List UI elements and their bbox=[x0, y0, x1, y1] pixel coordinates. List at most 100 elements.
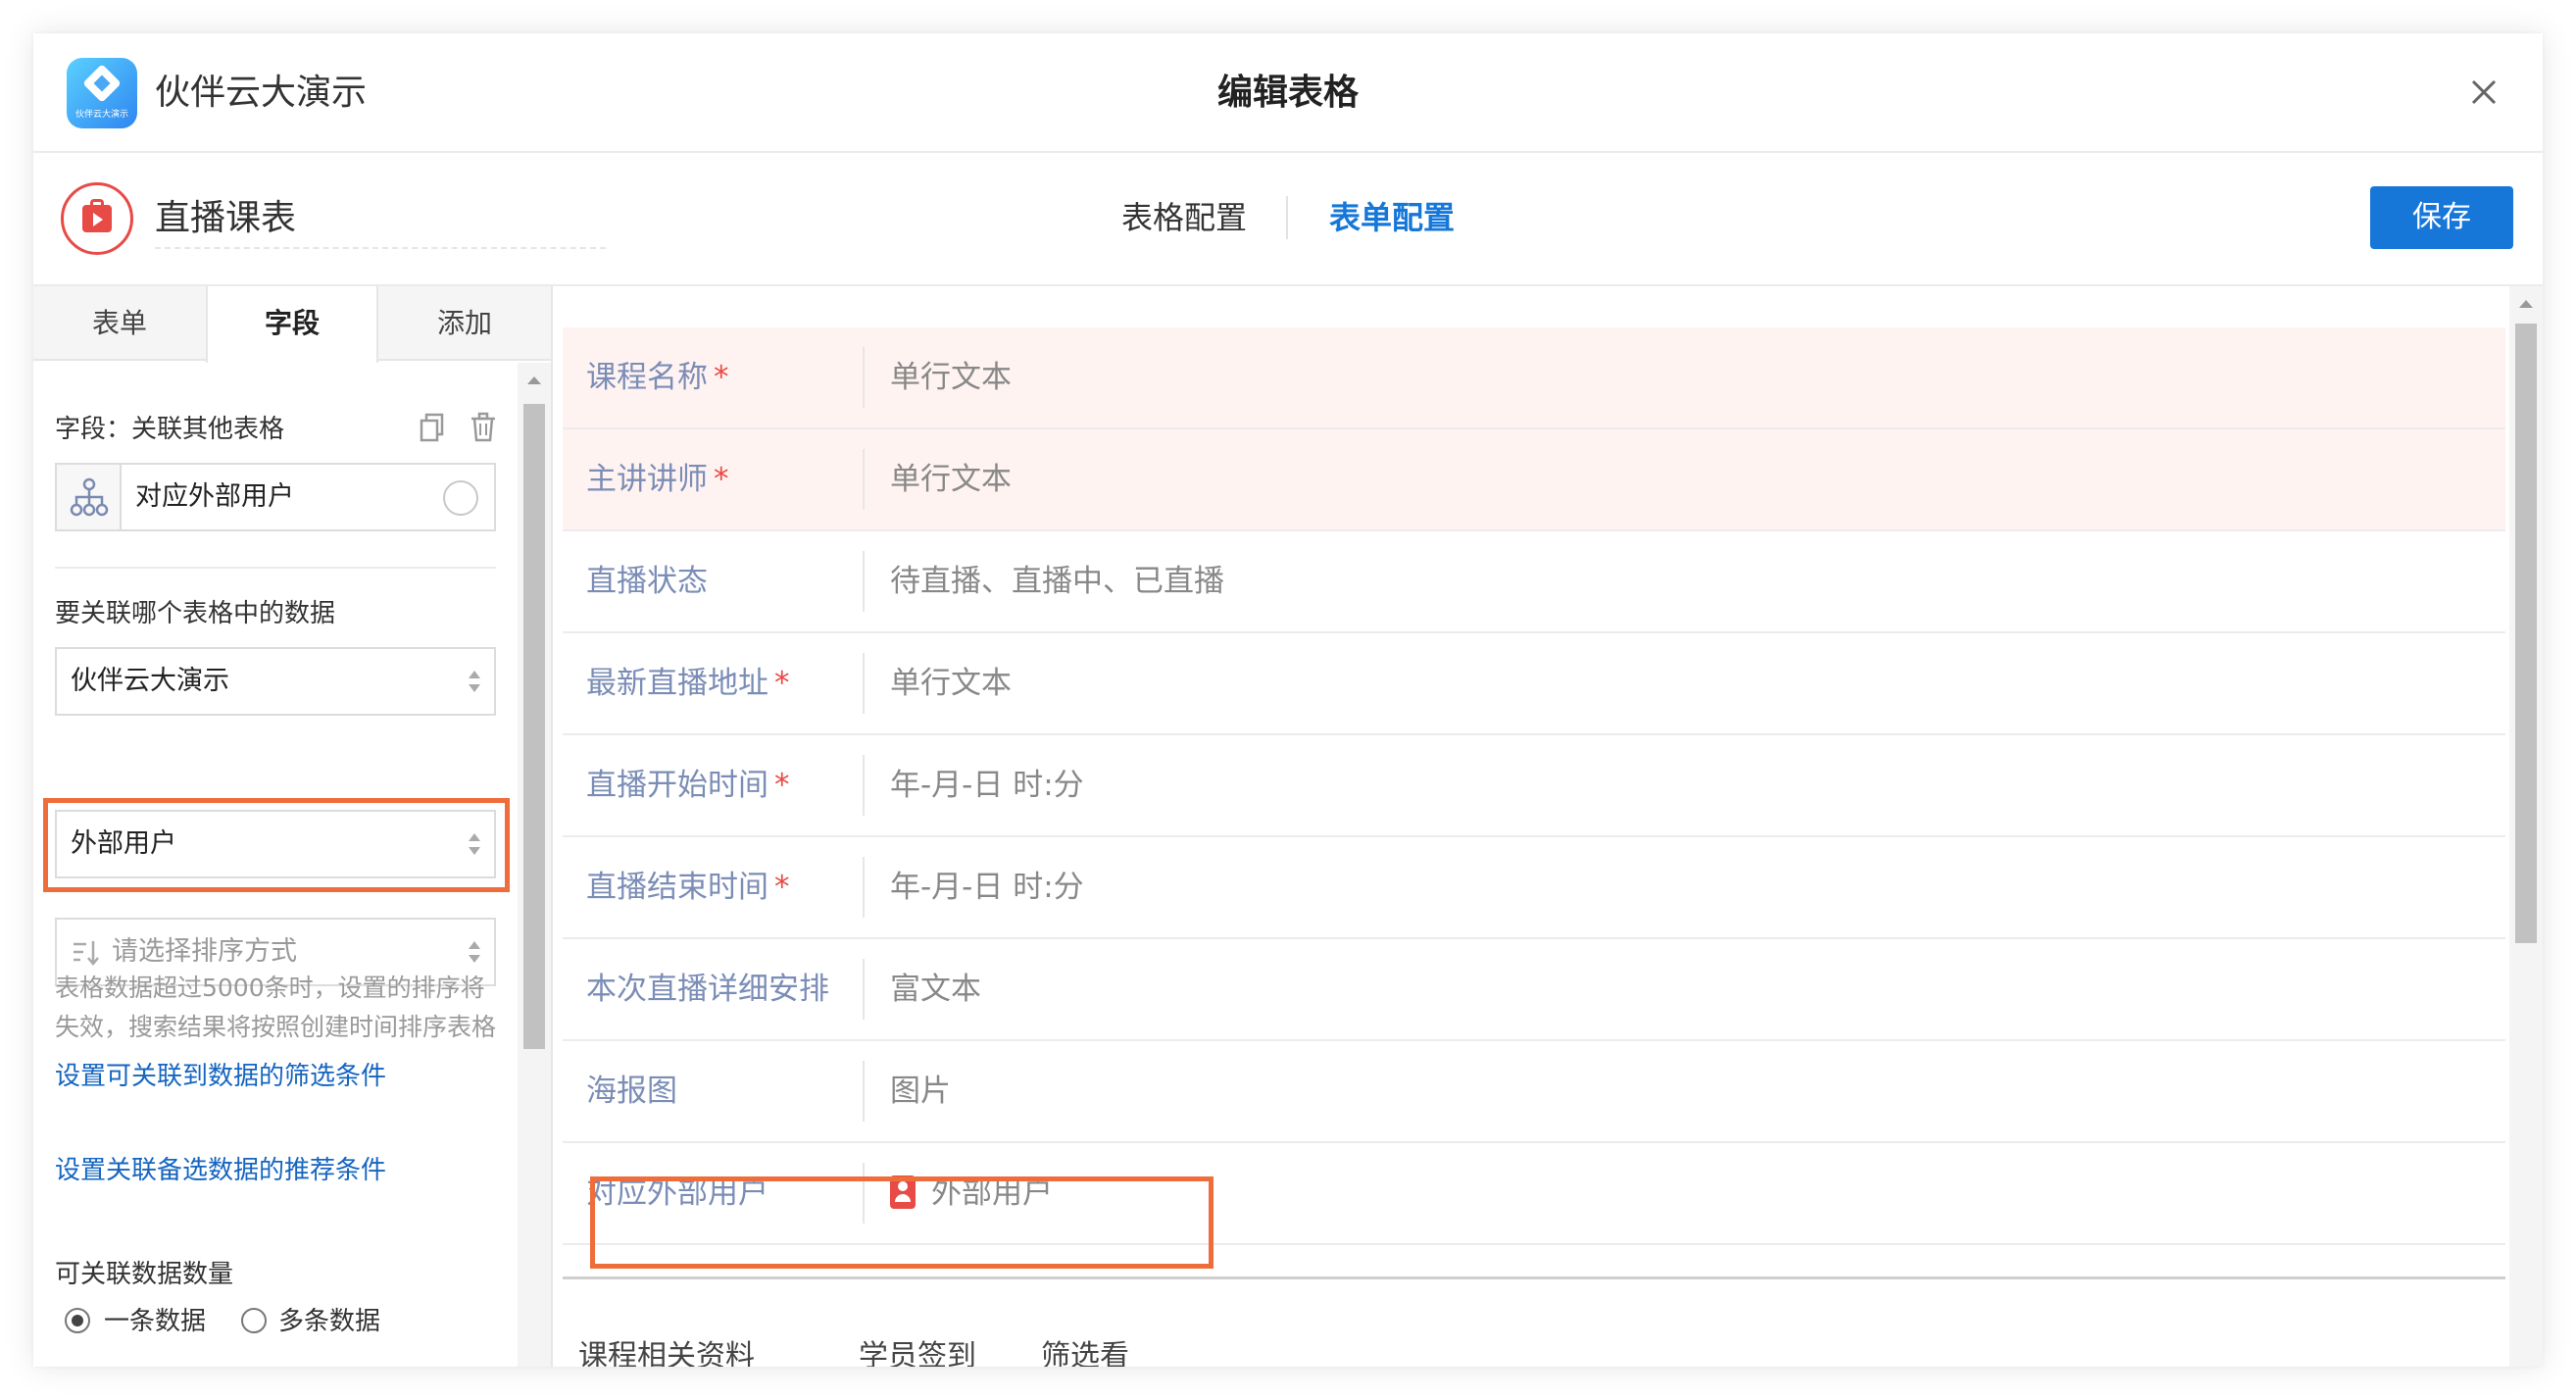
form-field-type-text: 年-月-日 时:分 bbox=[890, 768, 1084, 803]
form-field-label-text: 课程名称 bbox=[586, 360, 708, 395]
tab-add[interactable]: 添加 bbox=[378, 286, 551, 361]
scroll-up-icon[interactable] bbox=[527, 376, 541, 384]
workspace-select[interactable]: 伙伴云大演示 bbox=[55, 647, 496, 716]
form-field-label-text: 直播开始时间 bbox=[586, 768, 768, 803]
form-name-input[interactable]: 直播课表 bbox=[155, 194, 606, 249]
form-field-label-text: 直播结束时间 bbox=[586, 870, 768, 905]
dialog-title: 编辑表格 bbox=[1216, 73, 1359, 113]
form-field-row[interactable]: 本次直播详细安排 富文本 bbox=[563, 939, 2505, 1041]
row-divider bbox=[863, 653, 865, 714]
scroll-thumb[interactable] bbox=[2515, 324, 2537, 943]
form-field-type: 年-月-日 时:分 bbox=[890, 837, 1084, 937]
radio-multiple[interactable] bbox=[241, 1308, 267, 1333]
form-field-type-text: 待直播、直播中、已直播 bbox=[890, 564, 1224, 599]
form-field-label: 课程名称 * bbox=[586, 327, 729, 427]
divider bbox=[55, 567, 496, 569]
form-field-row[interactable]: 课程名称 * 单行文本 bbox=[563, 327, 2505, 429]
link-count-label: 可关联数据数量 bbox=[55, 1260, 234, 1289]
form-field-label-text: 直播状态 bbox=[586, 564, 708, 599]
form-field-row[interactable]: 主讲讲师 * 单行文本 bbox=[563, 429, 2505, 531]
form-header: 直播课表 表格配置 表单配置 保存 bbox=[33, 153, 2543, 286]
row-divider bbox=[863, 551, 865, 612]
form-field-label: 直播结束时间 * bbox=[586, 837, 790, 937]
tab-filter-view[interactable]: 筛选看 bbox=[1041, 1337, 1129, 1367]
sort-icon bbox=[74, 941, 99, 966]
form-field-row[interactable]: 直播状态 待直播、直播中、已直播 bbox=[563, 531, 2505, 633]
tab-form-config[interactable]: 表单配置 bbox=[1329, 194, 1455, 241]
field-settings: 字段：关联其他表格 对应外部用户 要关联哪个表格中的数据 伙伴云大演示 外部用户… bbox=[33, 363, 551, 1367]
form-field-label-text: 最新直播地址 bbox=[586, 666, 768, 701]
radio-single-label: 一条数据 bbox=[104, 1307, 207, 1336]
right-scrollbar[interactable] bbox=[2509, 286, 2543, 1367]
link-table-label: 要关联哪个表格中的数据 bbox=[55, 599, 336, 628]
field-toggle[interactable] bbox=[443, 480, 478, 516]
form-field-label: 本次直播详细安排 bbox=[586, 939, 829, 1039]
form-field-label: 海报图 bbox=[586, 1041, 677, 1141]
filter-condition-link[interactable]: 设置可关联到数据的筛选条件 bbox=[55, 1059, 386, 1094]
radio-multiple-label: 多条数据 bbox=[278, 1307, 381, 1336]
caret-down-icon bbox=[469, 955, 480, 963]
form-field-type: 待直播、直播中、已直播 bbox=[890, 531, 1224, 631]
form-field-type-text: 图片 bbox=[890, 1074, 951, 1109]
title-bar: 伙伴云大演示 伙伴云大演示 编辑表格 bbox=[33, 33, 2543, 153]
save-button[interactable]: 保存 bbox=[2370, 186, 2513, 249]
sort-hint: 表格数据超过5000条时，设置的排序将失效，搜索结果将按照创建时间排序表格 bbox=[55, 974, 497, 1041]
row-divider bbox=[863, 449, 865, 510]
field-name-value: 对应外部用户 bbox=[135, 481, 294, 512]
trash-icon[interactable] bbox=[469, 412, 498, 443]
tab-form[interactable]: 表单 bbox=[33, 286, 206, 361]
form-field-type-text: 年-月-日 时:分 bbox=[890, 870, 1084, 905]
workspace-select-value: 伙伴云大演示 bbox=[71, 666, 229, 696]
form-field-row[interactable]: 海报图 图片 bbox=[563, 1041, 2505, 1143]
row-divider bbox=[863, 857, 865, 918]
row-divider bbox=[863, 1061, 865, 1122]
tab-divider bbox=[1286, 196, 1288, 239]
form-field-list: 课程名称 * 单行文本 主讲讲师 * 单行文本 直播状态 待直播、直播中、已直播 最新直播地址 *… bbox=[563, 327, 2505, 1245]
tab-student-checkin[interactable]: 学员签到 bbox=[859, 1337, 976, 1367]
relation-icon bbox=[57, 465, 122, 529]
required-star: * bbox=[774, 768, 790, 803]
copy-icon[interactable] bbox=[418, 412, 447, 443]
form-field-type-text: 单行文本 bbox=[890, 666, 1012, 701]
field-name-field[interactable]: 对应外部用户 bbox=[55, 463, 496, 531]
required-star: * bbox=[714, 462, 729, 497]
tab-fields[interactable]: 字段 bbox=[206, 286, 378, 363]
tab-course-materials[interactable]: 课程相关资料 bbox=[578, 1337, 755, 1367]
form-field-type: 图片 bbox=[890, 1041, 951, 1141]
required-star: * bbox=[774, 870, 790, 905]
radio-single[interactable] bbox=[65, 1308, 90, 1333]
form-field-label: 直播状态 bbox=[586, 531, 708, 631]
form-field-label: 主讲讲师 * bbox=[586, 429, 729, 529]
left-tabs: 表单 字段 添加 bbox=[33, 286, 551, 363]
row-divider bbox=[863, 755, 865, 816]
scroll-up-icon[interactable] bbox=[2519, 300, 2533, 308]
required-star: * bbox=[774, 666, 790, 701]
row-divider bbox=[863, 347, 865, 408]
form-field-type: 单行文本 bbox=[890, 633, 1012, 733]
left-scrollbar[interactable] bbox=[518, 363, 551, 1367]
field-type-label: 字段：关联其他表格 bbox=[55, 415, 285, 444]
form-field-row[interactable]: 直播开始时间 * 年-月-日 时:分 bbox=[563, 735, 2505, 837]
form-field-type: 单行文本 bbox=[890, 327, 1012, 427]
caret-up-icon bbox=[469, 941, 480, 949]
form-field-label: 最新直播地址 * bbox=[586, 633, 790, 733]
row-divider bbox=[863, 959, 865, 1020]
tab-table-config[interactable]: 表格配置 bbox=[1121, 194, 1247, 241]
left-panel: 表单 字段 添加 字段：关联其他表格 对应外部用户 要关联哪个表格中的数据 伙伴… bbox=[33, 286, 551, 1367]
live-course-icon bbox=[61, 182, 133, 255]
highlight-box-table-select bbox=[43, 798, 510, 892]
scroll-thumb[interactable] bbox=[523, 404, 545, 1049]
form-field-row[interactable]: 最新直播地址 * 单行文本 bbox=[563, 633, 2505, 735]
caret-down-icon bbox=[469, 684, 480, 692]
close-icon[interactable] bbox=[2464, 73, 2503, 112]
form-field-type: 富文本 bbox=[890, 939, 981, 1039]
required-star: * bbox=[714, 360, 729, 395]
edit-table-dialog: 伙伴云大演示 伙伴云大演示 编辑表格 直播课表 表格配置 表单配置 保存 表单 … bbox=[33, 33, 2543, 1367]
recommend-condition-link[interactable]: 设置关联备选数据的推荐条件 bbox=[55, 1153, 386, 1188]
form-field-row[interactable]: 直播结束时间 * 年-月-日 时:分 bbox=[563, 837, 2505, 939]
highlight-box-external-user-field bbox=[590, 1176, 1214, 1269]
form-field-type-text: 富文本 bbox=[890, 972, 981, 1007]
form-field-label-text: 本次直播详细安排 bbox=[586, 972, 829, 1007]
form-field-type-text: 单行文本 bbox=[890, 462, 1012, 497]
form-field-label-text: 主讲讲师 bbox=[586, 462, 708, 497]
